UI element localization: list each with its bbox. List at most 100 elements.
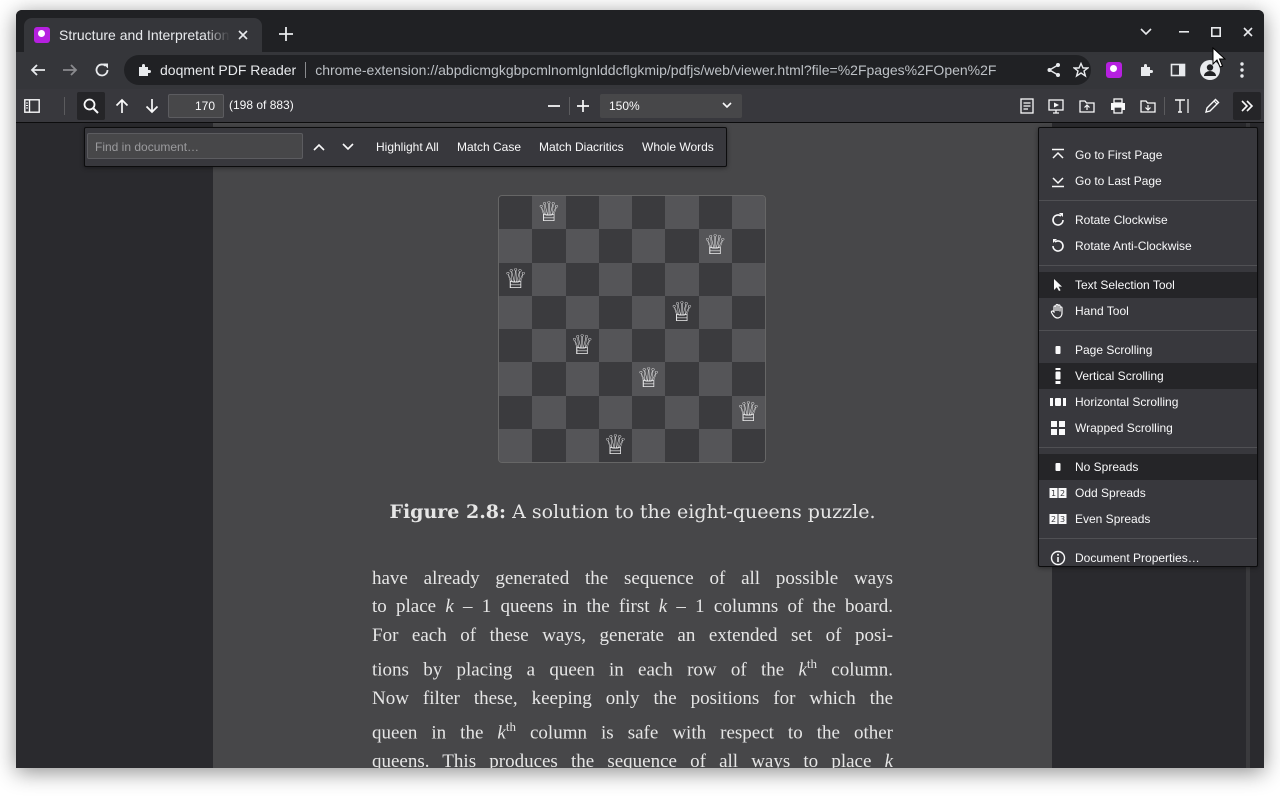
match-case-toggle[interactable]: Match Case bbox=[457, 140, 521, 154]
tab-close-icon[interactable] bbox=[234, 26, 252, 44]
no-spreads-icon bbox=[1049, 458, 1067, 476]
sidebar-toggle-icon[interactable] bbox=[18, 92, 46, 120]
board-square bbox=[499, 362, 533, 396]
menu-item-go-to-first-page[interactable]: Go to First Page bbox=[1039, 142, 1257, 168]
menu-item-document-properties[interactable]: Document Properties… bbox=[1039, 545, 1257, 571]
menu-item-label: Wrapped Scrolling bbox=[1075, 421, 1173, 435]
next-page-arrow-icon[interactable] bbox=[138, 92, 166, 120]
zoom-select[interactable]: 150% bbox=[600, 94, 742, 118]
print-icon[interactable] bbox=[1104, 92, 1132, 120]
whole-words-toggle[interactable]: Whole Words bbox=[642, 140, 714, 154]
board-square: ♕ bbox=[698, 229, 732, 263]
highlight-all-toggle[interactable]: Highlight All bbox=[376, 140, 439, 154]
menu-item-text-selection-tool[interactable]: Text Selection Tool bbox=[1039, 272, 1257, 298]
board-square bbox=[565, 362, 599, 396]
board-square bbox=[665, 395, 699, 429]
menu-item-label: Go to Last Page bbox=[1075, 174, 1162, 188]
info-icon bbox=[1049, 549, 1067, 567]
board-square bbox=[532, 362, 566, 396]
queen-icon: ♕ bbox=[603, 429, 628, 461]
address-bar[interactable]: doqment PDF Reader chrome-extension://ab… bbox=[124, 55, 1091, 85]
menu-separator bbox=[1039, 200, 1257, 201]
previous-page-arrow-icon[interactable] bbox=[108, 92, 136, 120]
menu-item-page-scrolling[interactable]: Page Scrolling bbox=[1039, 337, 1257, 363]
board-square bbox=[565, 229, 599, 263]
board-square bbox=[698, 196, 732, 230]
bookmark-star-icon[interactable] bbox=[1073, 62, 1089, 78]
doqment-extension-button[interactable] bbox=[1100, 56, 1128, 84]
maximize-button[interactable] bbox=[1204, 20, 1228, 44]
minimize-button[interactable] bbox=[1172, 20, 1196, 44]
browser-window: Structure and Interpretation of Computer… bbox=[16, 10, 1264, 768]
close-window-button[interactable] bbox=[1236, 20, 1260, 44]
board-square bbox=[532, 395, 566, 429]
zoom-out-icon[interactable] bbox=[540, 92, 568, 120]
page-count: (198 of 883) bbox=[229, 98, 294, 112]
board-square: ♕ bbox=[731, 395, 765, 429]
menu-item-horizontal-scrolling[interactable]: Horizontal Scrolling bbox=[1039, 389, 1257, 415]
menu-separator bbox=[1039, 447, 1257, 448]
new-tab-button[interactable] bbox=[274, 22, 298, 46]
forward-button[interactable] bbox=[56, 56, 84, 84]
zoom-in-icon[interactable] bbox=[569, 92, 597, 120]
reader-view-icon[interactable] bbox=[1013, 92, 1041, 120]
board-square bbox=[665, 362, 699, 396]
share-icon[interactable] bbox=[1046, 62, 1062, 78]
chevron-down-icon bbox=[722, 102, 732, 109]
menu-item-odd-spreads[interactable]: 1 2 Odd Spreads bbox=[1039, 480, 1257, 506]
board-square bbox=[698, 262, 732, 296]
queen-icon: ♕ bbox=[669, 296, 694, 328]
back-button[interactable] bbox=[24, 56, 52, 84]
url-text: chrome-extension://abpdicmgkgbpcmlnomlgn… bbox=[315, 62, 997, 78]
pdf-toolbar: 170 (198 of 883) 150% bbox=[16, 89, 1264, 123]
board-square bbox=[598, 295, 632, 329]
chrome-menu-icon[interactable] bbox=[1228, 56, 1256, 84]
find-previous-chevron-up-icon[interactable] bbox=[307, 135, 331, 159]
zoom-value: 150% bbox=[609, 99, 640, 113]
hand-icon bbox=[1049, 302, 1067, 320]
menu-item-go-to-last-page[interactable]: Go to Last Page bbox=[1039, 168, 1257, 194]
menu-item-rotate-clockwise[interactable]: Rotate Clockwise bbox=[1039, 207, 1257, 233]
find-next-chevron-down-icon[interactable] bbox=[336, 135, 360, 159]
board-square bbox=[731, 362, 765, 396]
menu-item-no-spreads[interactable]: No Spreads bbox=[1039, 454, 1257, 480]
board-square bbox=[532, 428, 566, 462]
text-annotation-icon[interactable] bbox=[1169, 92, 1197, 120]
extensions-puzzle-icon[interactable] bbox=[1132, 56, 1160, 84]
open-file-icon[interactable] bbox=[1073, 92, 1101, 120]
side-panel-icon[interactable] bbox=[1164, 56, 1192, 84]
horizontal-scroll-icon bbox=[1049, 393, 1067, 411]
draw-pencil-icon[interactable] bbox=[1198, 92, 1226, 120]
menu-item-label: Odd Spreads bbox=[1075, 486, 1146, 500]
menu-item-rotate-anti-clockwise[interactable]: Rotate Anti-Clockwise bbox=[1039, 233, 1257, 259]
menu-item-wrapped-scrolling[interactable]: Wrapped Scrolling bbox=[1039, 415, 1257, 441]
body-text-line: tions by placing a queen in each row of … bbox=[372, 656, 893, 681]
menu-item-hand-tool[interactable]: Hand Tool bbox=[1039, 298, 1257, 324]
menu-item-label: Horizontal Scrolling bbox=[1075, 395, 1179, 409]
board-square bbox=[632, 262, 666, 296]
board-square bbox=[665, 329, 699, 363]
save-download-icon[interactable] bbox=[1134, 92, 1162, 120]
chess-board: ♕ ♕ ♕ ♕ ♕ ♕ ♕ ♕ bbox=[498, 195, 766, 463]
pdf-page: ♕ ♕ ♕ ♕ ♕ ♕ ♕ ♕ Figure 2.8: A solution to the e… bbox=[213, 123, 1052, 768]
find-search-icon[interactable] bbox=[77, 92, 105, 120]
board-square bbox=[598, 229, 632, 263]
tools-menu: Go to First Page Go to Last Page Rotate Cl… bbox=[1038, 127, 1258, 567]
tab-active[interactable]: Structure and Interpretation of Computer… bbox=[24, 18, 262, 52]
presentation-mode-icon[interactable] bbox=[1042, 92, 1070, 120]
wrapped-scroll-icon bbox=[1049, 419, 1067, 437]
page-scroll-icon bbox=[1049, 341, 1067, 359]
menu-item-even-spreads[interactable]: 2 3 Even Spreads bbox=[1039, 506, 1257, 532]
svg-text:2: 2 bbox=[1060, 489, 1065, 498]
page-number-input[interactable]: 170 bbox=[168, 94, 224, 118]
board-square: ♕ bbox=[665, 295, 699, 329]
menu-separator bbox=[1039, 265, 1257, 266]
tools-double-chevron-icon[interactable] bbox=[1233, 92, 1261, 120]
find-input[interactable]: Find in document… bbox=[87, 133, 303, 159]
tab-search-chevron-icon[interactable] bbox=[1134, 20, 1158, 44]
board-square: ♕ bbox=[565, 329, 599, 363]
board-square bbox=[698, 428, 732, 462]
match-diacritics-toggle[interactable]: Match Diacritics bbox=[539, 140, 624, 154]
menu-item-vertical-scrolling[interactable]: Vertical Scrolling bbox=[1039, 363, 1257, 389]
reload-button[interactable] bbox=[88, 56, 116, 84]
